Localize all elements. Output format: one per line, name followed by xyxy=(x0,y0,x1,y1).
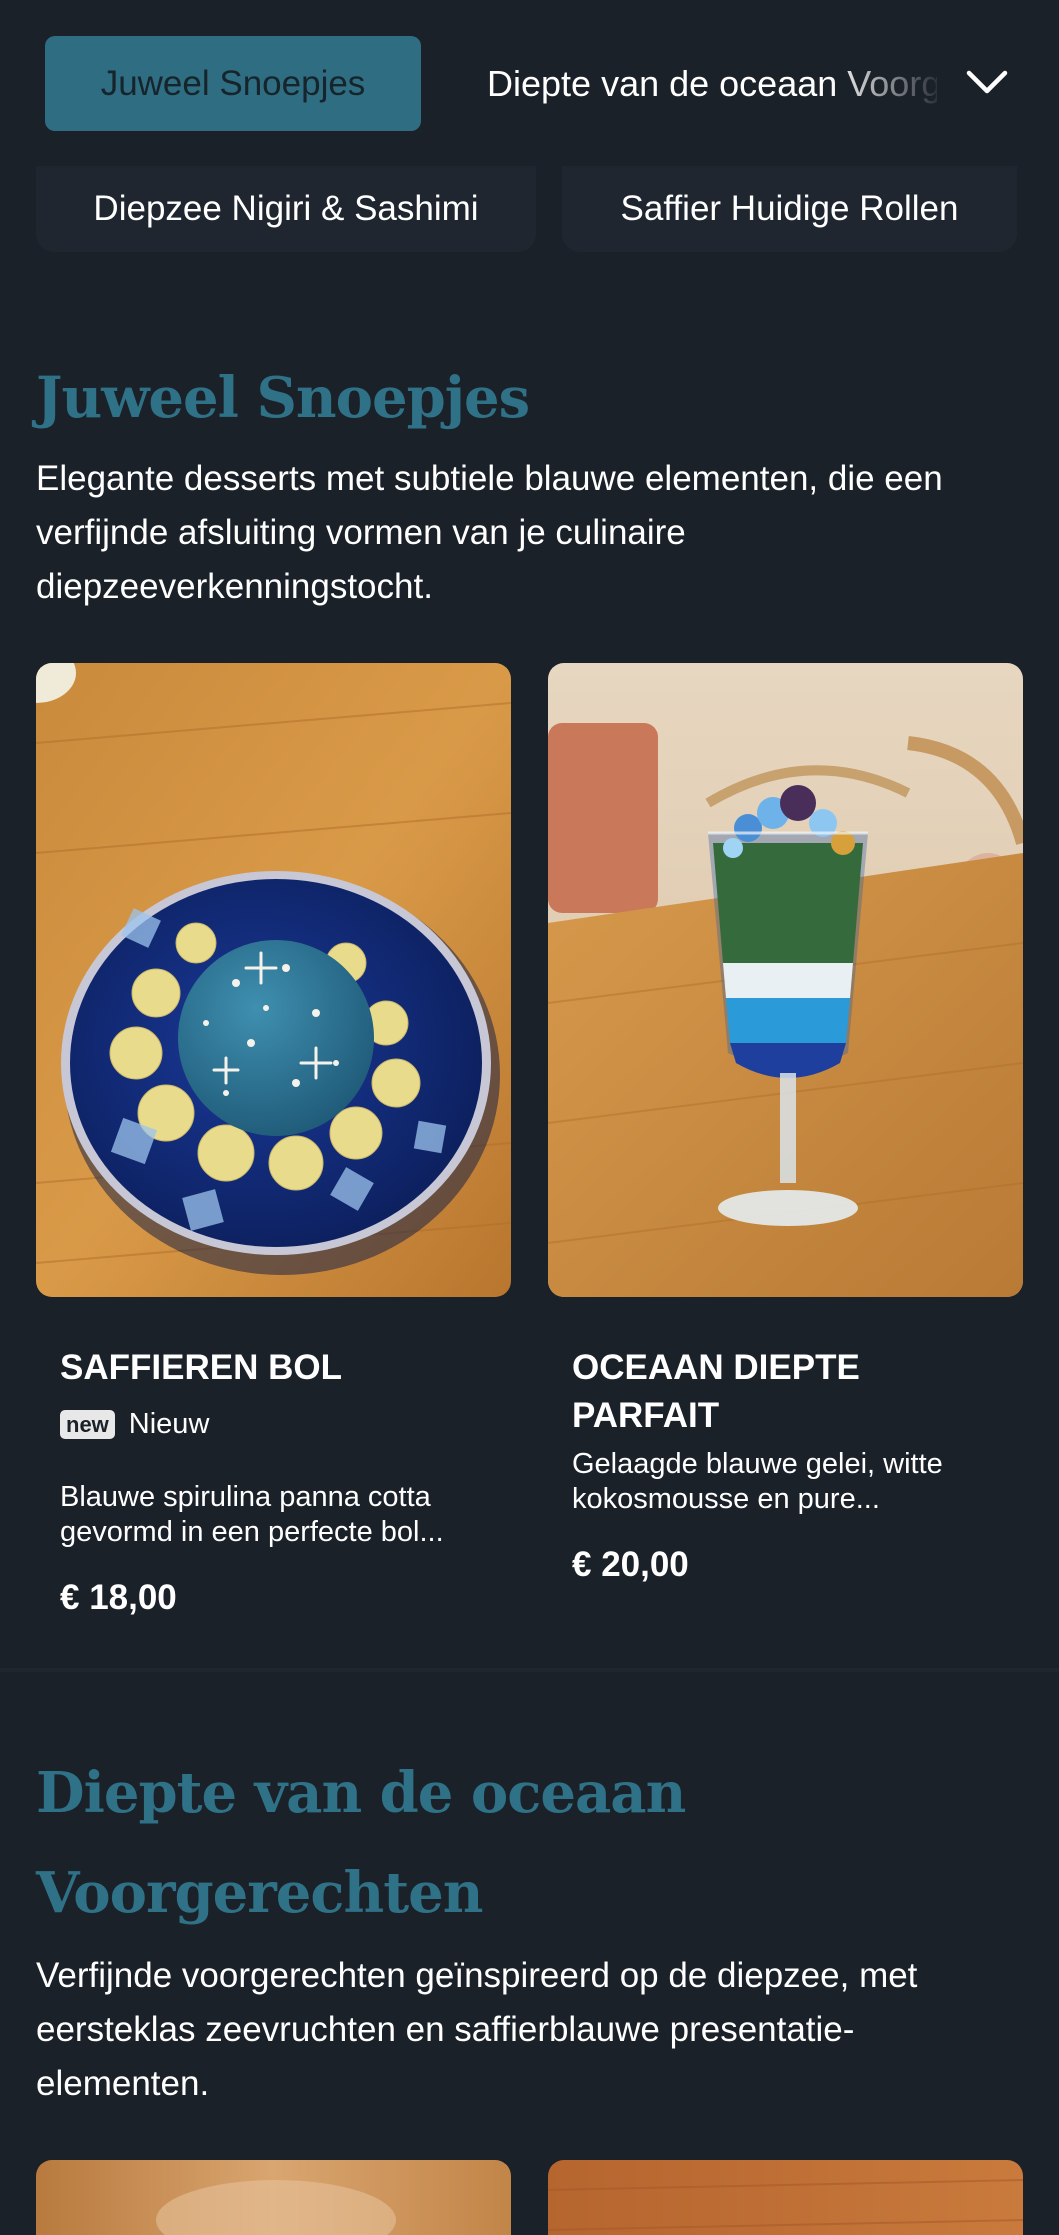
chevron-down-icon[interactable] xyxy=(960,56,1014,110)
new-badge: new xyxy=(60,1410,115,1439)
pill-diepzee-nigiri[interactable]: Diepzee Nigiri & Sashimi xyxy=(36,166,536,252)
item-title[interactable]: SAFFIEREN BOL xyxy=(60,1344,500,1392)
menu-page: Juweel Snoepjes Diepte van de oceaan Voo… xyxy=(0,0,1059,2235)
new-badge-row: new Nieuw xyxy=(60,1408,209,1441)
starter-image-1[interactable] xyxy=(36,2160,511,2235)
category-nav: Juweel Snoepjes Diepte van de oceaan Voo… xyxy=(0,0,1059,166)
item-price: € 18,00 xyxy=(60,1578,177,1617)
item-title[interactable]: OCEAAN DIEPTE PARFAIT xyxy=(572,1344,1002,1440)
tab-juweel-snoepjes[interactable]: Juweel Snoepjes xyxy=(45,36,421,131)
section-description: Verfijnde voorgerechten geïnspireerd op … xyxy=(36,1956,918,2103)
item-price: € 20,00 xyxy=(572,1545,689,1584)
section-divider xyxy=(0,1668,1059,1672)
section-title: Diepte van de oceaan xyxy=(36,1760,686,1826)
pill-saffier-rollen[interactable]: Saffier Huidige Rollen xyxy=(562,166,1017,252)
starter-image-2[interactable] xyxy=(548,2160,1023,2235)
item-description: Blauwe spirulina panna cotta gevormd in … xyxy=(60,1481,444,1548)
section-title-line2: Voorgerechten xyxy=(36,1860,483,1926)
saffieren-bol-image[interactable] xyxy=(36,663,511,1297)
category-pill-row: Diepzee Nigiri & Sashimi Saffier Huidige… xyxy=(0,166,1059,256)
tab-fade-overlay xyxy=(830,36,940,131)
oceaan-diepte-parfait-image[interactable] xyxy=(548,663,1023,1297)
section-title: Juweel Snoepjes xyxy=(36,365,530,431)
new-badge-label: Nieuw xyxy=(128,1408,210,1440)
item-description: Gelaagde blauwe gelei, witte kokosmousse… xyxy=(572,1448,943,1515)
section-description: Elegante desserts met subtiele blauwe el… xyxy=(36,459,943,606)
